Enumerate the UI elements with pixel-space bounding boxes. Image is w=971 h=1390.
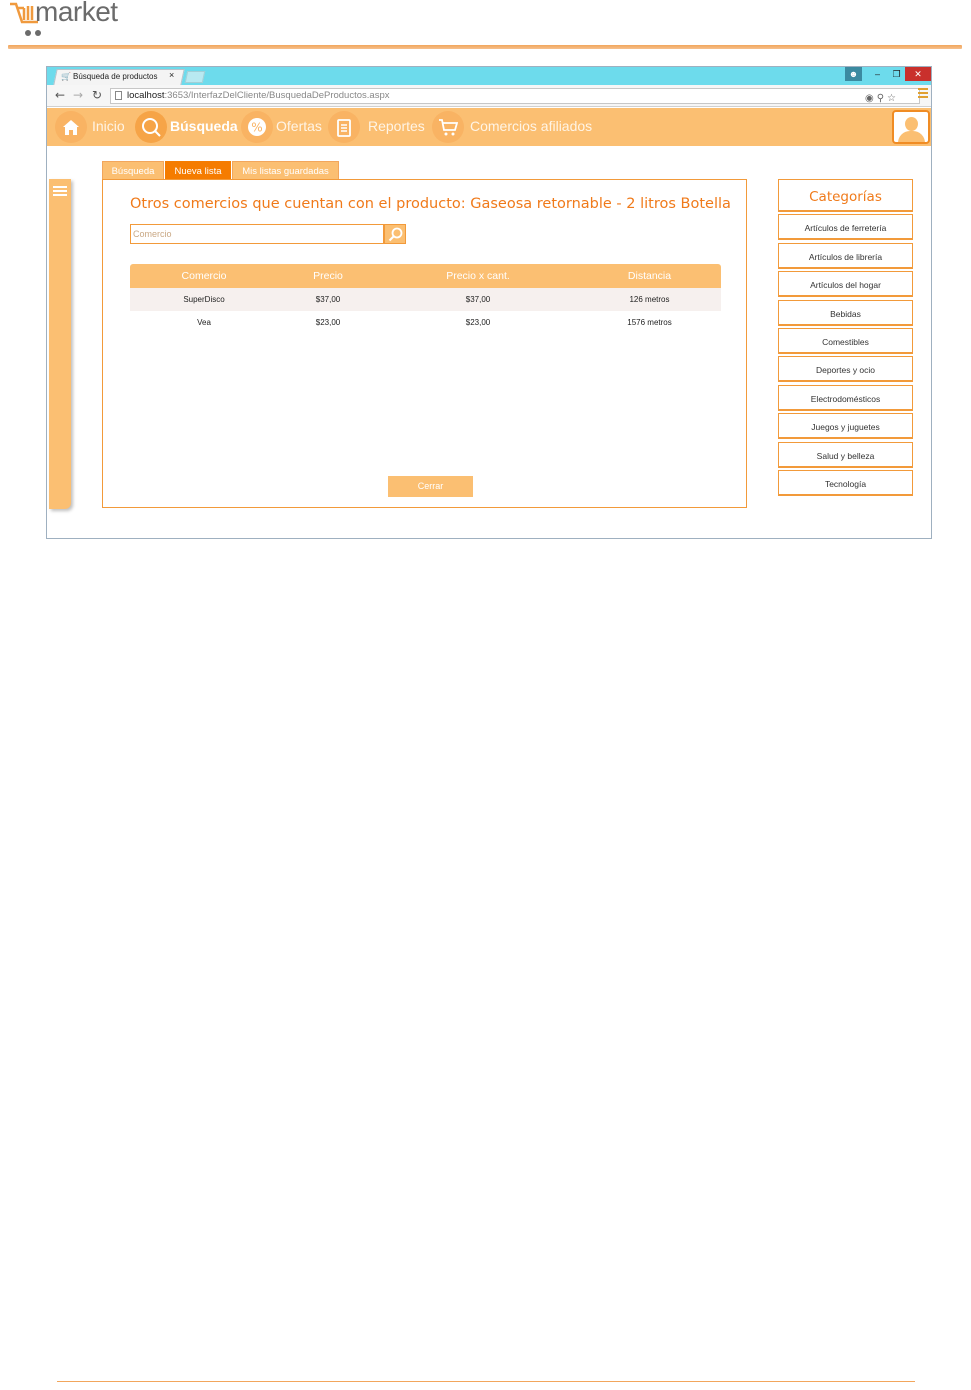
browser-titlebar: 🛒 Búsqueda de productos × ☻ – ❐ ✕ (47, 67, 931, 85)
header-rule (8, 45, 962, 49)
nav-inicio[interactable]: Inicio (92, 108, 125, 146)
cart-icon[interactable] (432, 111, 464, 143)
search-icon[interactable] (135, 111, 167, 143)
nav-comercios-afiliados[interactable]: Comercios afiliados (470, 108, 592, 146)
categories-title: Categorías (778, 179, 913, 212)
column-header-precio-cant[interactable]: Precio x cant. (378, 264, 578, 288)
comercio-search-input[interactable]: Comercio (130, 224, 384, 244)
cell-precio: $37,00 (315, 295, 341, 304)
cell-distancia: 1576 metros (627, 318, 672, 327)
category-item[interactable]: Artículos de ferretería (778, 214, 913, 241)
brand-logo: market (8, 0, 158, 40)
nav-reportes[interactable]: Reportes (368, 108, 425, 146)
forward-icon[interactable]: → (73, 88, 83, 102)
side-menu-handle[interactable] (49, 179, 71, 509)
category-item[interactable]: Artículos del hogar (778, 271, 913, 298)
category-item[interactable]: Bebidas (778, 299, 913, 326)
column-header-precio[interactable]: Precio (278, 264, 378, 288)
browser-menu-icon[interactable] (918, 88, 928, 100)
column-header-comercio[interactable]: Comercio (130, 264, 278, 288)
reload-icon[interactable]: ↻ (92, 88, 102, 102)
results-panel: Otros comercios que cuentan con el produ… (102, 179, 747, 508)
table-row[interactable]: Vea $23,00 $23,00 1576 metros (130, 311, 721, 334)
user-avatar[interactable] (892, 110, 930, 144)
table-header: Comercio Precio Precio x cant. Distancia (130, 264, 721, 288)
page-icon (115, 91, 122, 100)
tab-busqueda[interactable]: Búsqueda (102, 161, 164, 180)
hamburger-icon[interactable] (53, 186, 67, 198)
svg-text:%: % (251, 121, 262, 135)
favicon-icon: 🛒 (61, 72, 71, 81)
cell-precio-cant: $23,00 (465, 318, 491, 327)
url-action-icons[interactable]: ◉⚲☆ (865, 92, 899, 106)
category-item[interactable]: Electrodomésticos (778, 384, 913, 411)
url-path: :3653/InterfazDelCliente/BusquedaDeProdu… (164, 90, 390, 101)
close-window-button[interactable]: ✕ (905, 67, 931, 81)
app-navbar: Inicio Búsqueda % Ofertas Reportes Comer… (47, 108, 931, 146)
close-button[interactable]: Cerrar (388, 476, 473, 497)
categories-panel: Categorías Artículos de ferretería Artíc… (778, 179, 913, 496)
column-header-distancia[interactable]: Distancia (578, 264, 721, 288)
percent-icon[interactable]: % (241, 111, 273, 143)
nav-ofertas[interactable]: Ofertas (276, 108, 322, 146)
logo-text: market (35, 0, 118, 27)
cell-precio-cant: $37,00 (465, 295, 491, 304)
nav-busqueda[interactable]: Búsqueda (170, 108, 238, 146)
address-bar: ← → ↻ localhost:3653/InterfazDelCliente/… (47, 85, 931, 107)
user-profile-icon[interactable]: ☻ (845, 67, 862, 81)
browser-tab-title: Búsqueda de productos (73, 72, 158, 81)
home-icon[interactable] (55, 111, 87, 143)
cell-distancia: 126 metros (629, 295, 670, 304)
tab-nueva-lista[interactable]: Nueva lista (165, 161, 231, 180)
back-icon[interactable]: ← (55, 88, 65, 102)
url-host: localhost (127, 90, 165, 101)
cell-comercio: SuperDisco (183, 295, 225, 304)
tab-mis-listas-guardadas[interactable]: Mis listas guardadas (232, 161, 339, 180)
category-item[interactable]: Tecnología (778, 469, 913, 496)
search-button[interactable] (384, 224, 406, 244)
maximize-button[interactable]: ❐ (888, 67, 905, 81)
tab-close-icon[interactable]: × (169, 70, 174, 80)
footer-rule (57, 1381, 915, 1382)
minimize-button[interactable]: – (869, 67, 886, 81)
page-title: Otros comercios que cuentan con el produ… (130, 196, 731, 212)
cell-comercio: Vea (197, 318, 211, 327)
category-item[interactable]: Deportes y ocio (778, 356, 913, 383)
url-field[interactable]: localhost:3653/InterfazDelCliente/Busque… (110, 88, 920, 104)
category-item[interactable]: Comestibles (778, 327, 913, 354)
category-item[interactable]: Juegos y juguetes (778, 413, 913, 440)
new-tab-button[interactable] (184, 71, 206, 83)
category-item[interactable]: Artículos de librería (778, 242, 913, 269)
browser-window: 🛒 Búsqueda de productos × ☻ – ❐ ✕ ← → ↻ l… (46, 66, 932, 539)
magnifier-icon (388, 227, 403, 242)
results-table: Comercio Precio Precio x cant. Distancia… (130, 264, 721, 334)
table-row[interactable]: SuperDisco $37,00 $37,00 126 metros (130, 288, 721, 311)
clipboard-icon[interactable] (328, 111, 360, 143)
category-item[interactable]: Salud y belleza (778, 441, 913, 468)
cell-precio: $23,00 (315, 318, 341, 327)
